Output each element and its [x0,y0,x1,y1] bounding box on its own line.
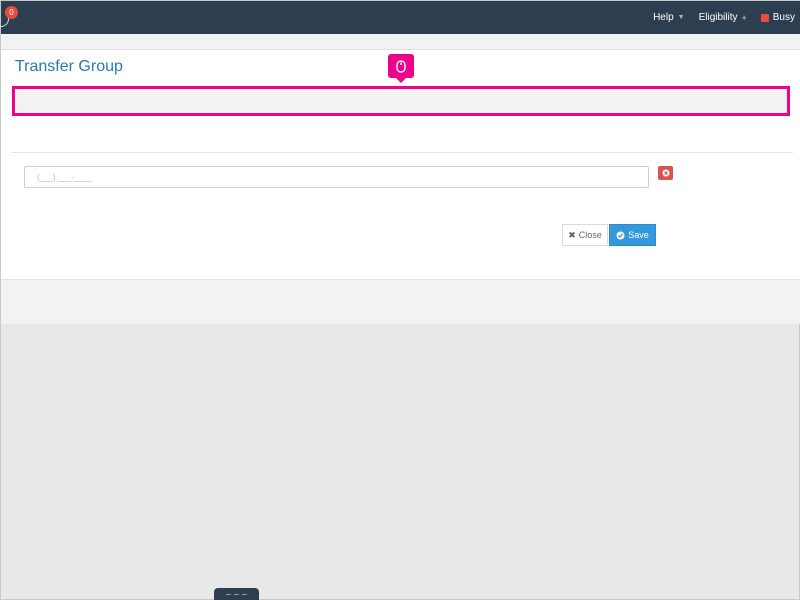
status-square-icon [760,13,769,22]
sub-header-bar [1,34,800,50]
status-toggle[interactable]: Busy [760,12,795,23]
help-menu-label: Help [653,12,674,23]
status-label: Busy [772,12,795,23]
transfer-group-modal: Transfer Group ✖ Close Save [1,50,800,280]
eligibility-menu[interactable]: Eligibility + [699,12,747,23]
remove-circle-icon [662,169,669,177]
nav-right-menu: Help ▼ Eligibility + Busy [653,1,795,34]
grip-line [226,594,231,595]
help-menu[interactable]: Help ▼ [653,12,685,23]
bottom-drawer-tab[interactable] [214,588,259,600]
modal-title: Transfer Group [15,58,123,75]
mouse-icon-glyph [396,59,406,73]
eligibility-menu-label: Eligibility [698,12,738,23]
caret-down-icon: ▼ [677,14,685,21]
notification-area[interactable]: 0 [0,5,19,31]
mouse-icon [388,54,414,83]
top-navbar: 0 Help ▼ Eligibility + Busy [0,1,800,34]
close-button-label: Close [578,230,602,240]
modal-footer-band [1,280,800,324]
highlighted-target-field[interactable] [12,86,790,116]
modal-divider [11,152,793,153]
check-circle-icon [616,231,625,239]
remove-phone-button[interactable] [658,166,673,180]
plus-icon: + [741,12,747,23]
save-button[interactable]: Save [609,224,656,246]
phone-number-input[interactable] [24,166,649,188]
times-icon: ✖ [568,229,576,240]
grip-line [242,594,247,595]
grip-line [234,594,239,595]
save-button-label: Save [628,230,649,240]
notification-badge[interactable]: 0 [5,6,18,19]
close-button[interactable]: ✖ Close [562,224,608,246]
